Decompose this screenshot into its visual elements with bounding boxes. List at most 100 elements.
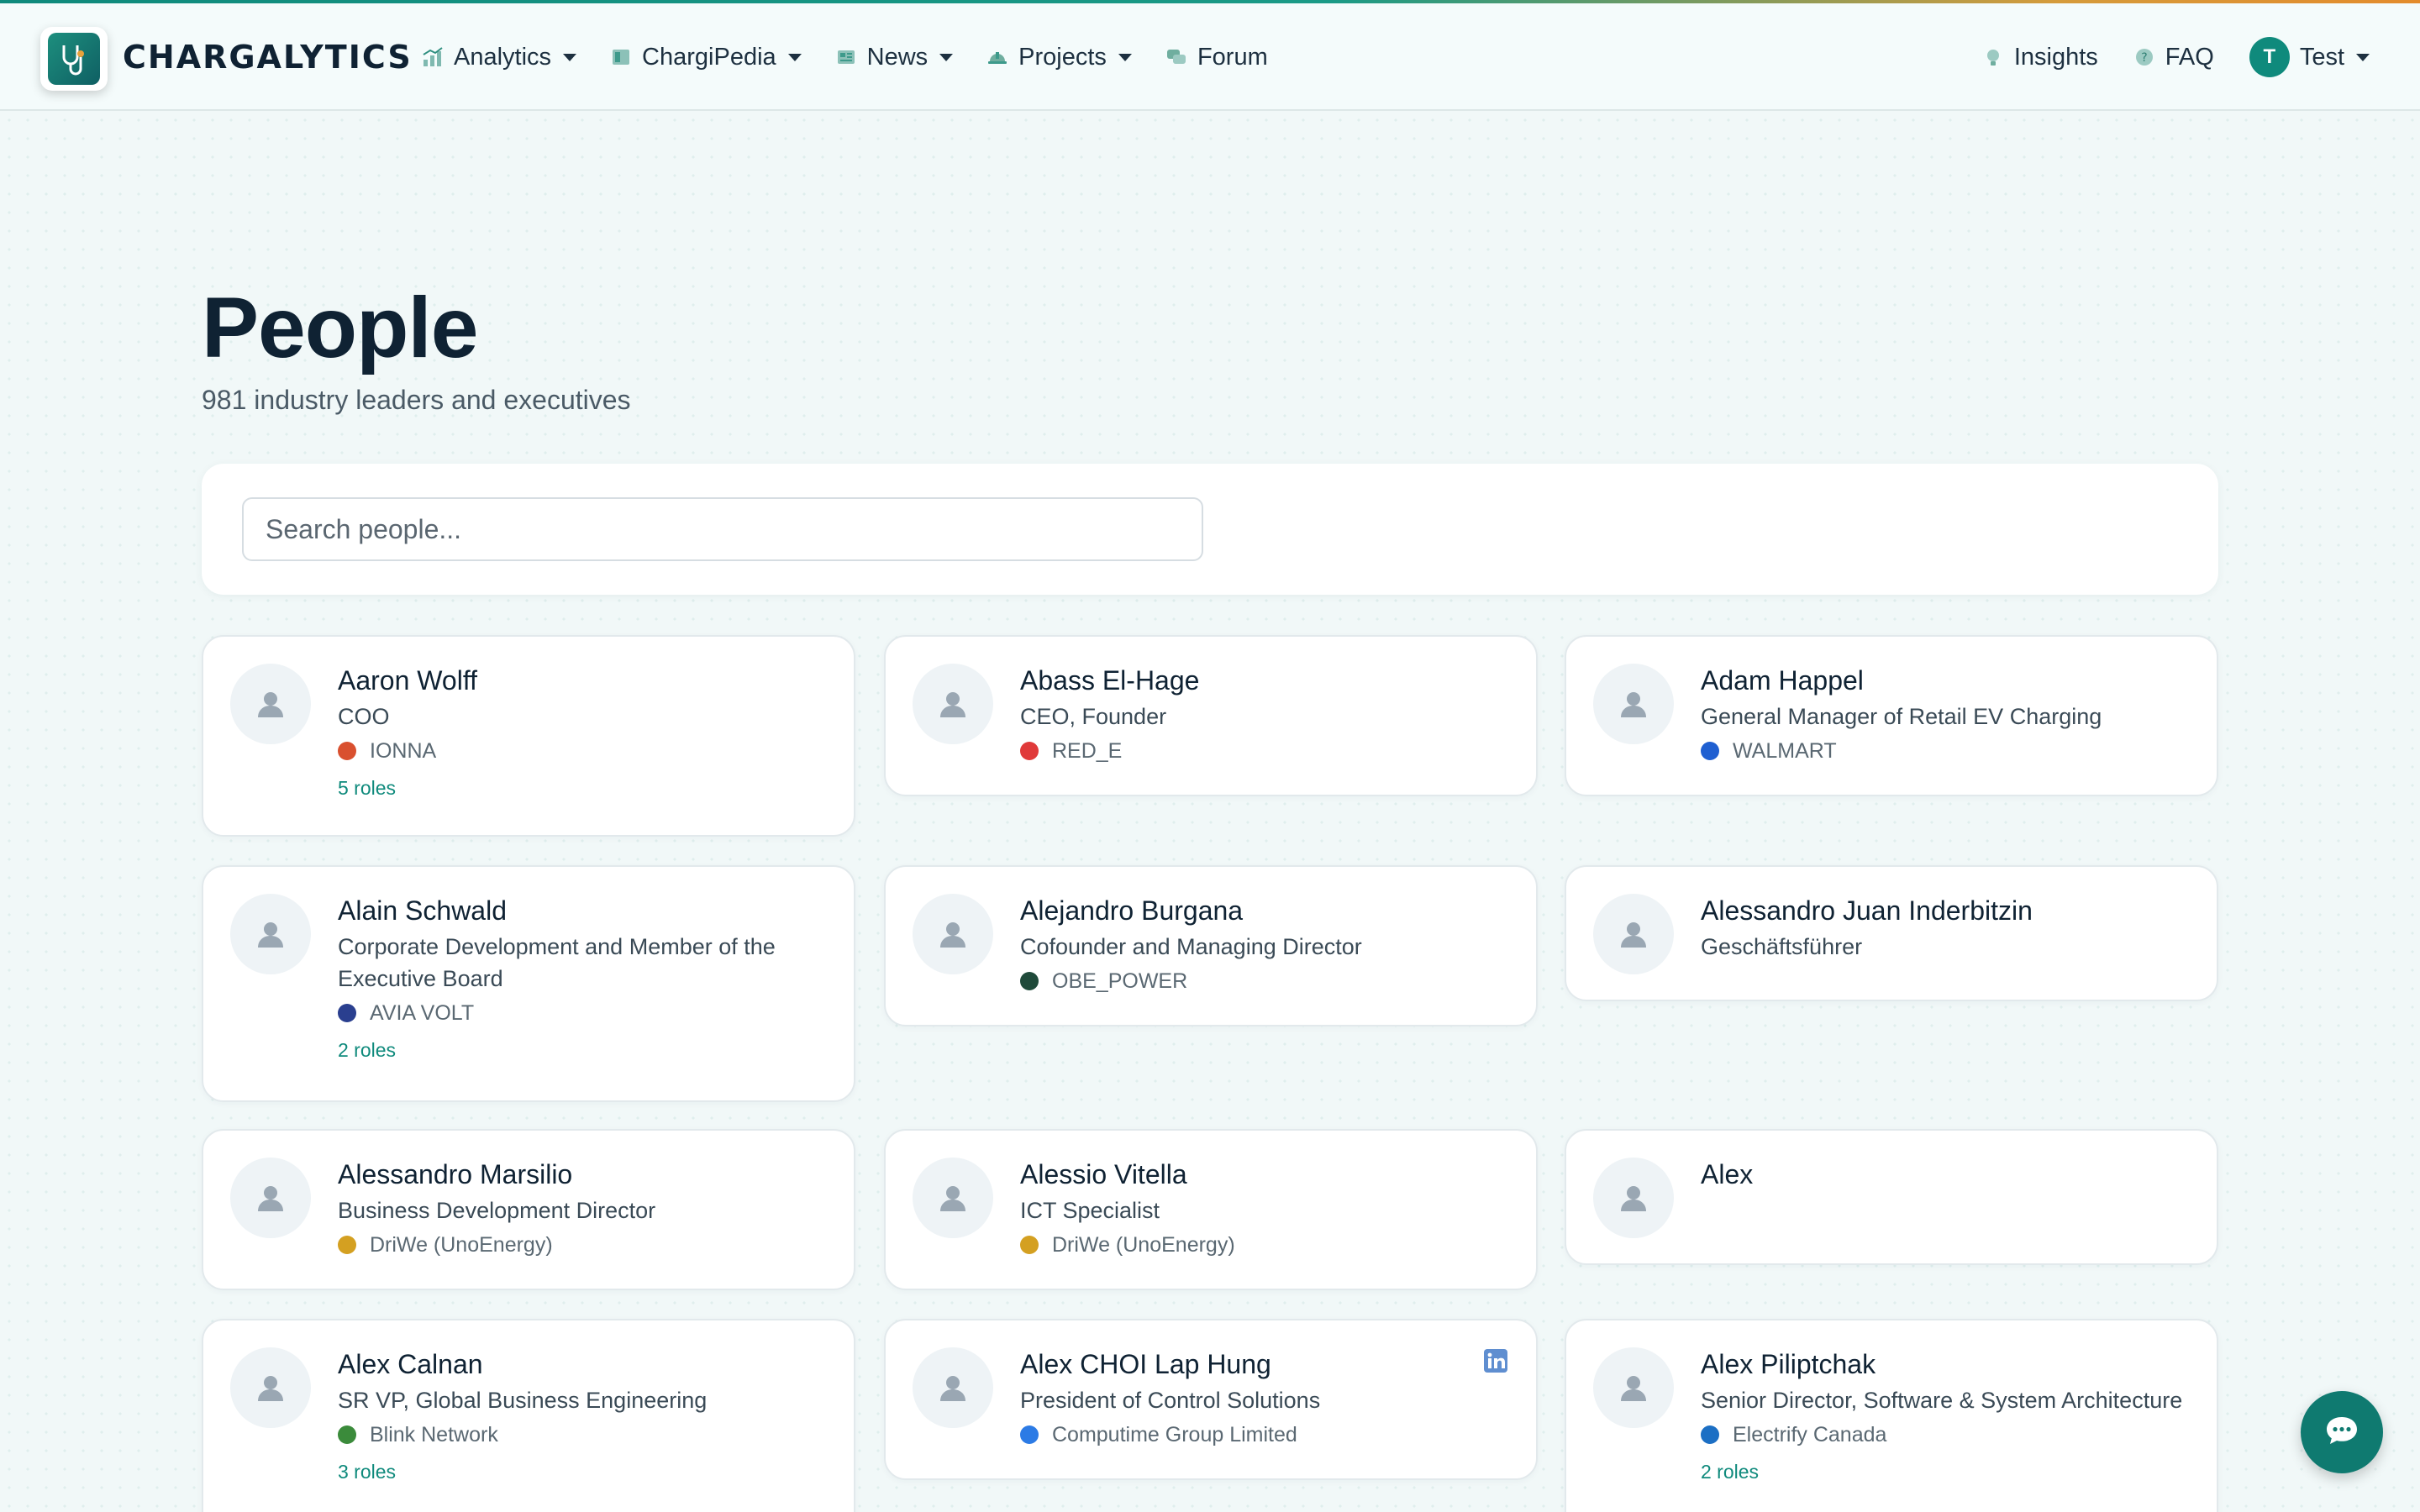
chat-button[interactable] — [2301, 1391, 2383, 1473]
person-card[interactable]: Alejandro Burgana Cofounder and Managing … — [884, 865, 1538, 1026]
company-name: RED_E — [1052, 739, 1123, 763]
person-card[interactable]: Abass El-Hage CEO, Founder RED_E — [884, 635, 1538, 796]
book-icon — [610, 46, 632, 68]
person-name[interactable]: Alessandro Juan Inderbitzin — [1701, 892, 2188, 929]
nav-label: Insights — [2013, 43, 2098, 71]
person-roles[interactable]: 5 roles — [338, 774, 825, 801]
company-name: Blink Network — [370, 1423, 498, 1446]
person-card[interactable]: Alex Calnan SR VP, Global Business Engine… — [202, 1319, 855, 1512]
person-name[interactable]: Alejandro Burgana — [1020, 892, 1507, 929]
linkedin-icon[interactable] — [1484, 1349, 1507, 1373]
person-info: Alex CHOI Lap Hung President of Control S… — [1020, 1346, 1507, 1450]
company-name: DriWe (UnoEnergy) — [370, 1233, 553, 1257]
nav-news[interactable]: News — [835, 44, 954, 71]
person-avatar-icon — [1593, 664, 1674, 744]
analytics-icon — [422, 46, 444, 68]
person-name[interactable]: Alessandro Marsilio — [338, 1156, 825, 1193]
person-name[interactable]: Alex Calnan — [338, 1346, 825, 1383]
person-avatar-icon — [913, 664, 993, 744]
person-company[interactable]: Computime Group Limited — [1020, 1420, 1507, 1450]
person-avatar-icon — [230, 1158, 311, 1238]
person-roles[interactable]: 2 roles — [338, 1037, 825, 1063]
search-input[interactable] — [242, 497, 1203, 561]
person-card[interactable]: Aaron Wolff COO IONNA 5 roles — [202, 635, 855, 837]
company-logo-icon — [1020, 1236, 1039, 1254]
brand-logo[interactable] — [40, 27, 108, 91]
company-name: AVIA VOLT — [370, 1001, 475, 1025]
nav-label: Forum — [1197, 43, 1268, 71]
search-panel — [202, 464, 2218, 595]
chevron-down-icon — [787, 53, 802, 61]
person-title: General Manager of Retail EV Charging — [1701, 704, 2102, 729]
company-logo-icon — [1701, 1425, 1719, 1444]
newspaper-icon — [835, 46, 857, 68]
person-title: ICT Specialist — [1020, 1198, 1160, 1223]
person-card[interactable]: Alain Schwald Corporate Development and M… — [202, 865, 855, 1102]
person-company[interactable]: DriWe (UnoEnergy) — [1020, 1230, 1507, 1260]
person-name[interactable]: Alain Schwald — [338, 892, 825, 929]
nav-right: Insights ? FAQ T Test — [1947, 37, 2370, 77]
person-name[interactable]: Aaron Wolff — [338, 662, 825, 699]
person-avatar-icon — [913, 1347, 993, 1428]
question-icon: ? — [2133, 46, 2155, 68]
person-name[interactable]: Alex Piliptchak — [1701, 1346, 2188, 1383]
person-name[interactable]: Adam Happel — [1701, 662, 2188, 699]
page-subtitle: 981 industry leaders and executives — [202, 385, 631, 415]
person-card[interactable]: Alessandro Marsilio Business Development … — [202, 1129, 855, 1290]
person-company[interactable]: RED_E — [1020, 736, 1507, 766]
person-roles[interactable]: 3 roles — [338, 1458, 825, 1485]
company-logo-icon — [1020, 1425, 1039, 1444]
person-name[interactable]: Alex CHOI Lap Hung — [1020, 1346, 1507, 1383]
person-avatar-icon — [1593, 1158, 1674, 1238]
chevron-down-icon — [2356, 53, 2370, 61]
person-title: COO — [338, 704, 390, 729]
nav-forum[interactable]: Forum — [1165, 44, 1268, 71]
person-card[interactable]: Alessio Vitella ICT Specialist DriWe (UnoE… — [884, 1129, 1538, 1290]
company-name: WALMART — [1733, 739, 1837, 763]
person-card[interactable]: Alex Piliptchak Senior Director, Software… — [1565, 1319, 2218, 1512]
company-name: DriWe (UnoEnergy) — [1052, 1233, 1235, 1257]
person-title: Senior Director, Software & System Archi… — [1701, 1388, 2183, 1413]
page-title: People — [202, 280, 478, 375]
nav-chargipedia[interactable]: ChargiPedia — [610, 44, 802, 71]
person-company[interactable]: Blink Network — [338, 1420, 825, 1450]
person-info: Alessandro Marsilio Business Development … — [338, 1156, 825, 1260]
person-title: SR VP, Global Business Engineering — [338, 1388, 708, 1413]
person-name[interactable]: Alex — [1701, 1156, 2188, 1193]
person-card[interactable]: Alex CHOI Lap Hung President of Control S… — [884, 1319, 1538, 1480]
person-name[interactable]: Alessio Vitella — [1020, 1156, 1507, 1193]
navbar: CHARGALYTICS Analytics ChargiPedia News — [0, 3, 2420, 111]
nav-analytics[interactable]: Analytics — [422, 44, 577, 71]
person-title: Business Development Director — [338, 1198, 656, 1223]
person-company[interactable]: DriWe (UnoEnergy) — [338, 1230, 825, 1260]
lightbulb-icon — [1982, 46, 2004, 68]
chat-icon — [2323, 1412, 2360, 1453]
person-company[interactable]: WALMART — [1701, 736, 2188, 766]
person-info: Adam Happel General Manager of Retail EV … — [1701, 662, 2188, 766]
person-company[interactable]: AVIA VOLT — [338, 998, 825, 1028]
company-logo-icon — [338, 1425, 356, 1444]
nav-insights[interactable]: Insights — [1982, 44, 2098, 71]
person-title: Corporate Development and Member of the … — [338, 934, 776, 991]
person-info: Aaron Wolff COO IONNA 5 roles — [338, 662, 825, 801]
company-name: Electrify Canada — [1733, 1423, 1887, 1446]
brand-name[interactable]: CHARGALYTICS — [123, 37, 413, 77]
person-card[interactable]: Alex — [1565, 1129, 2218, 1265]
user-menu[interactable]: T Test — [2249, 37, 2370, 77]
person-info: Alessandro Juan Inderbitzin Geschäftsführ… — [1701, 892, 2188, 963]
company-name: IONNA — [370, 739, 437, 763]
nav-projects[interactable]: Projects — [986, 44, 1132, 71]
person-roles[interactable]: 2 roles — [1701, 1458, 2188, 1485]
person-info: Alessio Vitella ICT Specialist DriWe (UnoE… — [1020, 1156, 1507, 1260]
person-name[interactable]: Abass El-Hage — [1020, 662, 1507, 699]
person-card[interactable]: Adam Happel General Manager of Retail EV … — [1565, 635, 2218, 796]
person-company[interactable]: Electrify Canada — [1701, 1420, 2188, 1450]
person-avatar-icon — [913, 1158, 993, 1238]
person-card[interactable]: Alessandro Juan Inderbitzin Geschäftsführ… — [1565, 865, 2218, 1001]
person-company[interactable]: IONNA — [338, 736, 825, 766]
company-logo-icon — [338, 742, 356, 760]
nav-faq[interactable]: ? FAQ — [2133, 44, 2214, 71]
person-company[interactable]: OBE_POWER — [1020, 966, 1507, 996]
nav-label: ChargiPedia — [642, 43, 776, 71]
person-info: Alex — [1701, 1156, 2188, 1193]
